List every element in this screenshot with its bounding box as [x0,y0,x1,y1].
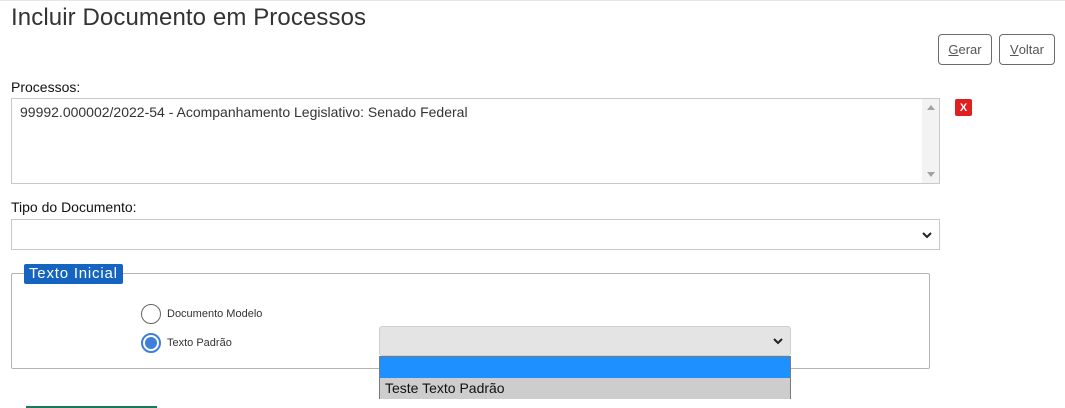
voltar-label-rest: oltar [1018,42,1044,57]
dropdown-option-empty[interactable] [380,357,790,378]
processos-label: Processos: [11,79,81,95]
processo-item[interactable]: 99992.000002/2022-54 - Acompanhamento Le… [20,104,468,120]
tipo-documento-label: Tipo do Documento: [11,199,137,215]
radio-texto-padrao[interactable]: Texto Padrão [141,333,232,353]
tipo-documento-select[interactable] [11,219,940,250]
gerar-mnemonic: G [948,42,959,57]
processos-scrollbar[interactable] [922,99,939,183]
remove-processo-button[interactable]: X [955,99,972,116]
radio-button[interactable] [141,304,161,324]
processos-list[interactable]: 99992.000002/2022-54 - Acompanhamento Le… [11,98,940,184]
radio-label: Documento Modelo [167,308,263,320]
radio-label: Texto Padrão [167,337,232,349]
page-title: Incluir Documento em Processos [11,4,367,31]
texto-padrao-dropdown-list[interactable]: Teste Texto Padrão [379,356,791,399]
gerar-button[interactable]: Gerar [938,34,992,65]
radio-documento-modelo[interactable]: Documento Modelo [141,304,262,324]
radio-button-checked[interactable] [141,333,161,353]
texto-padrao-select[interactable] [379,326,791,356]
scroll-down-arrow-icon[interactable] [927,172,935,177]
gerar-label-rest: erar [958,42,982,57]
dropdown-option-teste[interactable]: Teste Texto Padrão [380,378,790,399]
chevron-down-icon [773,338,783,345]
scroll-up-arrow-icon[interactable] [927,105,935,110]
voltar-button[interactable]: Voltar [999,34,1055,65]
top-divider [0,0,1065,1]
voltar-mnemonic: V [1010,42,1019,57]
texto-inicial-legend: Texto Inicial [24,264,123,284]
chevron-down-icon [922,231,932,238]
